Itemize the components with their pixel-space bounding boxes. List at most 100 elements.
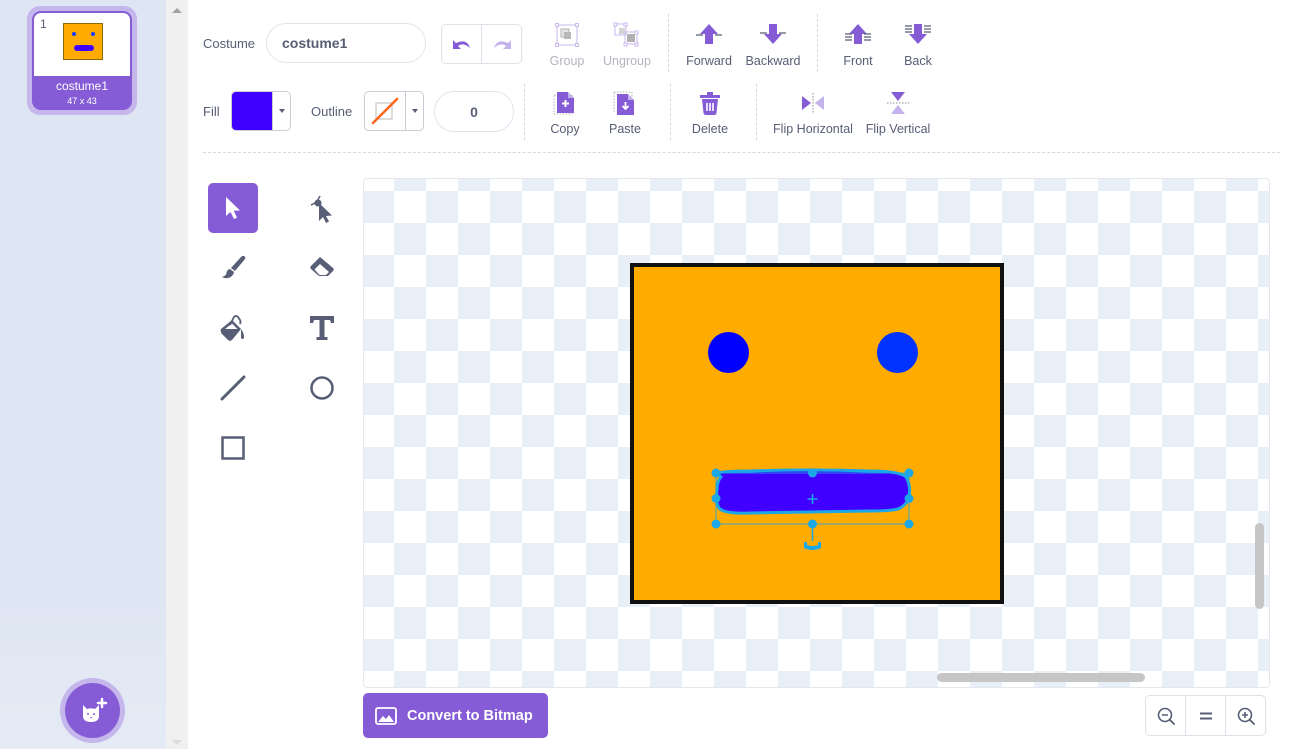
copy-button[interactable]: Copy bbox=[545, 90, 585, 136]
fill-bucket-icon bbox=[220, 315, 244, 341]
forward-label: Forward bbox=[686, 54, 732, 68]
tool-fill[interactable] bbox=[208, 303, 258, 353]
paste-label: Paste bbox=[609, 122, 641, 136]
paste-button[interactable]: Paste bbox=[605, 90, 645, 136]
tool-reshape[interactable] bbox=[297, 183, 347, 233]
convert-to-bitmap-label: Convert to Bitmap bbox=[407, 707, 533, 724]
image-icon bbox=[375, 706, 397, 725]
paint-canvas[interactable] bbox=[363, 178, 1270, 688]
zoom-in-icon bbox=[1237, 707, 1255, 725]
backward-button[interactable]: Backward bbox=[743, 22, 803, 68]
flip-vertical-label: Flip Vertical bbox=[865, 122, 931, 136]
undo-redo-group bbox=[441, 24, 522, 64]
front-button[interactable]: Front bbox=[838, 22, 878, 68]
rotate-handle-icon[interactable] bbox=[804, 542, 821, 550]
flip-horizontal-button[interactable]: Flip Horizontal bbox=[771, 90, 855, 136]
select-arrow-icon bbox=[226, 197, 240, 219]
outline-label: Outline bbox=[311, 104, 353, 119]
costume-name-input[interactable] bbox=[266, 23, 426, 63]
rectangle-icon bbox=[221, 436, 245, 460]
group-icon bbox=[555, 23, 579, 47]
selection-bounding-box bbox=[711, 468, 914, 550]
tool-circle[interactable] bbox=[297, 363, 347, 413]
zoom-reset-button[interactable] bbox=[1185, 696, 1225, 735]
delete-label: Delete bbox=[691, 122, 729, 136]
flip-horizontal-icon bbox=[802, 93, 824, 113]
fill-color-swatch[interactable] bbox=[232, 92, 272, 130]
fill-label: Fill bbox=[203, 104, 220, 119]
zoom-in-button[interactable] bbox=[1225, 696, 1265, 735]
trash-icon bbox=[700, 92, 720, 115]
costume-item-selected[interactable]: 1 costume1 47 x 43 bbox=[27, 6, 137, 115]
tool-line[interactable] bbox=[208, 363, 258, 413]
back-label: Back bbox=[904, 54, 932, 68]
redo-icon bbox=[493, 40, 511, 49]
scroll-down-arrow-icon[interactable] bbox=[172, 740, 182, 745]
fill-color-picker[interactable] bbox=[231, 91, 291, 131]
brush-icon bbox=[222, 255, 246, 279]
flip-vertical-button[interactable]: Flip Vertical bbox=[863, 90, 933, 136]
ungroup-label: Ungroup bbox=[603, 54, 651, 68]
costume-thumbnail: 1 bbox=[34, 13, 130, 76]
costume-list-scrollbar[interactable] bbox=[166, 0, 188, 749]
ungroup-icon bbox=[613, 22, 639, 47]
back-icon bbox=[905, 24, 931, 44]
costume-size-label: 47 x 43 bbox=[67, 96, 97, 106]
undo-icon bbox=[452, 40, 470, 49]
paste-icon bbox=[613, 91, 634, 115]
copy-icon bbox=[553, 92, 574, 115]
outline-color-picker[interactable] bbox=[364, 91, 424, 131]
outline-dropdown[interactable] bbox=[405, 92, 423, 130]
zoom-reset-icon bbox=[1199, 712, 1212, 719]
ungroup-button[interactable]: Ungroup bbox=[602, 22, 652, 68]
group-button[interactable]: Group bbox=[547, 22, 587, 68]
outline-color-swatch[interactable] bbox=[365, 92, 405, 130]
toolbar-divider bbox=[756, 84, 757, 140]
right-eye-circle[interactable] bbox=[877, 332, 918, 373]
caret-down-icon bbox=[278, 109, 285, 113]
text-icon bbox=[310, 316, 334, 340]
canvas-horizontal-scrollbar[interactable] bbox=[937, 673, 1145, 682]
tool-eraser[interactable] bbox=[297, 243, 347, 293]
front-label: Front bbox=[843, 54, 873, 68]
zoom-out-button[interactable] bbox=[1146, 696, 1185, 735]
delete-button[interactable]: Delete bbox=[690, 90, 730, 136]
undo-button[interactable] bbox=[442, 25, 481, 63]
line-icon bbox=[220, 375, 246, 401]
outline-width-input[interactable] bbox=[434, 91, 514, 132]
costume-index: 1 bbox=[40, 17, 47, 31]
left-eye-circle[interactable] bbox=[708, 332, 749, 373]
back-button[interactable]: Back bbox=[898, 22, 938, 68]
flip-horizontal-label: Flip Horizontal bbox=[773, 122, 853, 136]
tool-select[interactable] bbox=[208, 183, 258, 233]
fill-dropdown[interactable] bbox=[272, 92, 290, 130]
front-icon bbox=[845, 24, 871, 44]
cat-plus-icon bbox=[82, 697, 107, 722]
zoom-controls bbox=[1145, 695, 1266, 736]
tool-rectangle[interactable] bbox=[208, 423, 258, 473]
eraser-icon bbox=[310, 257, 334, 276]
copy-label: Copy bbox=[550, 122, 580, 136]
tool-brush[interactable] bbox=[208, 243, 258, 293]
backward-label: Backward bbox=[745, 54, 801, 68]
forward-button[interactable]: Forward bbox=[684, 22, 734, 68]
toolbar-divider bbox=[817, 14, 818, 72]
tool-text[interactable] bbox=[297, 303, 347, 353]
costume-list-panel: 1 costume1 47 x 43 bbox=[0, 0, 166, 749]
costume-name-label: costume1 bbox=[55, 79, 109, 93]
canvas-vertical-scrollbar[interactable] bbox=[1255, 523, 1264, 609]
group-label: Group bbox=[549, 54, 585, 68]
no-color-icon bbox=[371, 97, 399, 125]
convert-to-bitmap-button[interactable]: Convert to Bitmap bbox=[363, 693, 548, 738]
toolbar-divider bbox=[668, 14, 669, 72]
costume-preview-image bbox=[63, 23, 103, 60]
redo-button[interactable] bbox=[481, 25, 521, 63]
forward-icon bbox=[696, 24, 722, 44]
backward-icon bbox=[760, 24, 786, 44]
circle-icon bbox=[310, 376, 334, 400]
reshape-icon bbox=[310, 195, 332, 223]
choose-costume-button[interactable] bbox=[60, 678, 125, 743]
scroll-up-arrow-icon[interactable] bbox=[172, 8, 182, 13]
toolbar-divider bbox=[670, 84, 671, 140]
toolbar-divider bbox=[524, 84, 525, 140]
